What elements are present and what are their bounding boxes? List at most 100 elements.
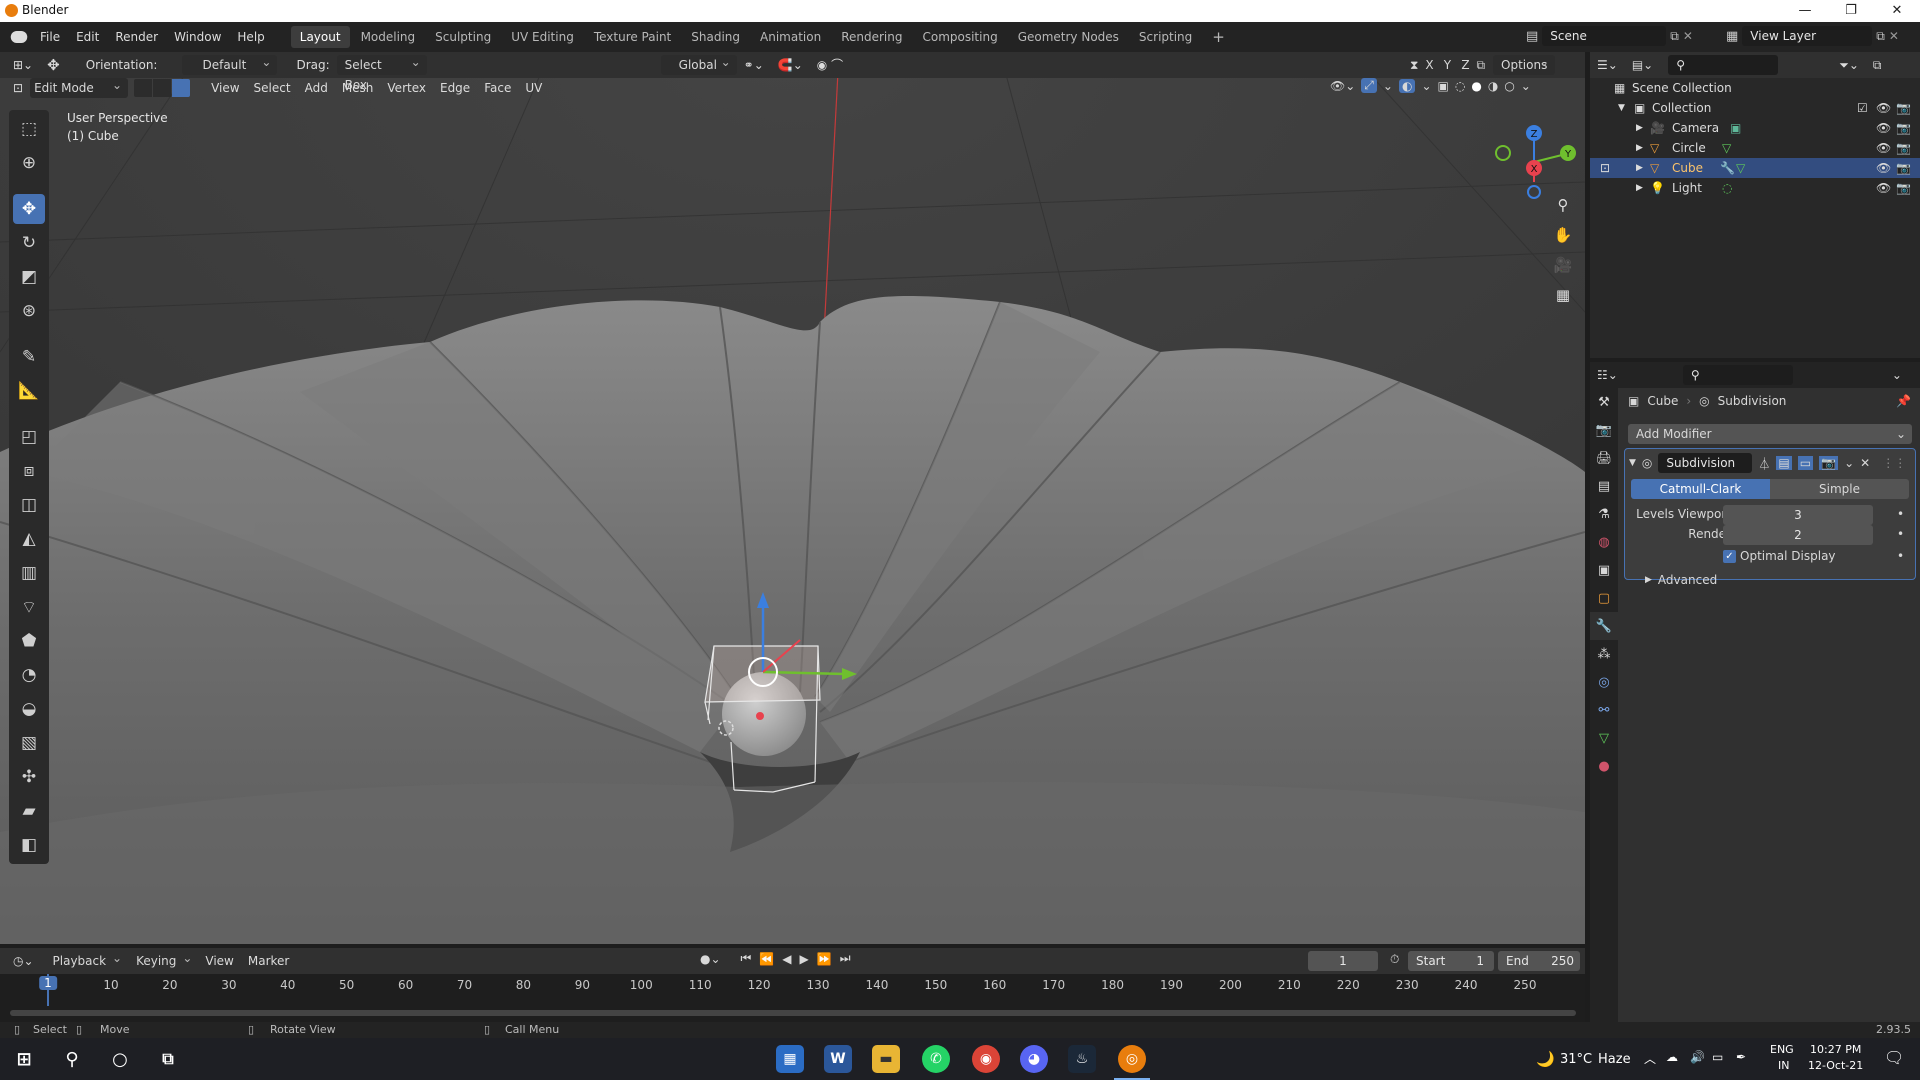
bevel-tool-icon[interactable]: ◭ [13, 524, 45, 554]
marker-menu[interactable]: Marker [241, 951, 296, 971]
modifier-wrench-icon[interactable]: 🔧 [1720, 158, 1735, 178]
render-camera-icon[interactable]: 📷 [1896, 158, 1911, 178]
task-view-icon[interactable]: ⧉ [154, 1045, 182, 1073]
menu-uv[interactable]: UV [518, 78, 549, 98]
outliner-item-cube[interactable]: ⊡ ▶ ▽ Cube 🔧 ▽ 👁 📷 [1590, 158, 1920, 178]
outliner-collection[interactable]: ▼ ▣ Collection ☑ 👁 📷 [1590, 98, 1920, 118]
smooth-tool-icon[interactable]: ◒ [13, 694, 45, 724]
render-levels-field[interactable]: 2 [1723, 525, 1873, 545]
menu-help[interactable]: Help [229, 22, 272, 52]
render-camera-icon[interactable]: 📷 [1896, 178, 1911, 198]
add-workspace-icon[interactable]: + [1203, 26, 1234, 48]
notification-icon[interactable]: 🗨 [1884, 1048, 1904, 1067]
close-window-button[interactable]: ✕ [1874, 0, 1920, 22]
menu-edit[interactable]: Edit [68, 22, 107, 52]
mirror-icon[interactable]: ⧗ [1410, 58, 1418, 73]
tab-modeling[interactable]: Modeling [352, 26, 425, 48]
mesh-data-icon[interactable]: ▽ [1722, 138, 1731, 158]
pin-icon[interactable]: 📌 [1896, 394, 1911, 408]
rendered-shading-icon[interactable]: ○ [1504, 79, 1514, 93]
add-modifier-button[interactable]: Add Modifier ⌄ [1628, 424, 1912, 444]
add-cube-tool-icon[interactable]: ◰ [13, 422, 45, 452]
optimal-display-checkbox[interactable]: ✓ [1723, 549, 1736, 563]
editor-type-icon[interactable]: ⊞⌄ [6, 55, 40, 75]
simple-button[interactable]: Simple [1770, 479, 1909, 499]
tab-sculpting[interactable]: Sculpting [426, 26, 500, 48]
timeline-view-menu[interactable]: View [198, 951, 240, 971]
edit-mode-icon[interactable]: ⊡ [1600, 158, 1610, 178]
clock-time[interactable]: 10:27 PM [1810, 1043, 1861, 1056]
modifier-menu-icon[interactable]: ⌄ [1844, 456, 1854, 470]
visibility-eye-icon[interactable]: 👁 [1876, 138, 1891, 158]
microsoft-store-icon[interactable]: ▦ [776, 1045, 804, 1073]
start-frame-field[interactable]: Start 1 [1408, 951, 1494, 971]
weather-text[interactable]: Haze [1598, 1052, 1631, 1067]
shading-options-icon[interactable]: ⌄ [1521, 79, 1531, 93]
light-data-icon[interactable]: ◌ [1722, 178, 1732, 198]
jump-start-icon[interactable]: ⏮ [741, 951, 752, 966]
mirror-y-toggle[interactable]: Y [1440, 58, 1454, 72]
collection-visibility-icon[interactable]: 👁 [1876, 98, 1891, 118]
maximize-button[interactable]: ❐ [1828, 0, 1874, 22]
constraints-tab-icon[interactable]: ⚯ [1590, 696, 1618, 724]
view-layer-icon[interactable]: ▦ [1726, 29, 1738, 44]
cortana-icon[interactable]: ○ [106, 1045, 134, 1073]
filter-icon[interactable]: ⏷⌄ [1832, 55, 1866, 75]
tab-animation[interactable]: Animation [751, 26, 830, 48]
collection-tab-icon[interactable]: ▣ [1590, 556, 1618, 584]
loop-cut-tool-icon[interactable]: ▥ [13, 558, 45, 588]
physics-tab-icon[interactable]: ◎ [1590, 668, 1618, 696]
outliner-editor-icon[interactable]: ☰⌄ [1590, 55, 1625, 75]
remove-modifier-icon[interactable]: ✕ [1860, 456, 1870, 470]
mode-dropdown[interactable]: Edit Mode [30, 75, 129, 98]
jump-keyframe-forward-icon[interactable]: ⏩ [817, 952, 832, 966]
clock-date[interactable]: 12-Oct-21 [1808, 1059, 1863, 1072]
render-tab-icon[interactable]: 📷 [1590, 416, 1618, 444]
onedrive-icon[interactable]: ☁ [1666, 1050, 1678, 1064]
move-tool-icon[interactable]: ✥ [13, 194, 45, 224]
blender-taskbar-icon[interactable]: ◎ [1118, 1045, 1146, 1073]
rotate-tool-icon[interactable]: ↻ [13, 228, 45, 258]
collection-render-icon[interactable]: 📷 [1896, 98, 1911, 118]
view-layer-field[interactable]: View Layer [1742, 26, 1873, 46]
zoom-icon[interactable]: ⚲ [1550, 192, 1576, 218]
stopwatch-icon[interactable]: ⏱ [1390, 952, 1399, 967]
timeline-editor-icon[interactable]: ◷⌄ [6, 951, 41, 971]
new-collection-icon[interactable]: ⧉ [1866, 55, 1889, 75]
menu-window[interactable]: Window [166, 22, 229, 52]
visibility-eye-icon[interactable]: 👁 [1876, 158, 1891, 178]
view-layer-tab-icon[interactable]: ▤ [1590, 472, 1618, 500]
menu-add[interactable]: Add [298, 78, 335, 98]
timeline-ruler[interactable]: 10 20 30 40 50 60 70 80 90 100 110 120 130 140 150 160 1… [0, 974, 1585, 1022]
cursor-tool-icon[interactable]: ⊕ [13, 148, 45, 178]
annotate-tool-icon[interactable]: ✎ [13, 342, 45, 372]
menu-view[interactable]: View [204, 78, 246, 98]
volume-icon[interactable]: 🔊 [1690, 1050, 1705, 1064]
weather-icon[interactable]: 🌙 [1536, 1050, 1555, 1068]
jump-keyframe-back-icon[interactable]: ⏪ [759, 952, 774, 966]
camera-view-icon[interactable]: 🎥 [1550, 252, 1576, 278]
language-bottom[interactable]: IN [1778, 1059, 1789, 1072]
extrude-tool-icon[interactable]: ⧈ [13, 456, 45, 486]
spin-tool-icon[interactable]: ◔ [13, 660, 45, 690]
outliner-item-light[interactable]: ▶ 💡 Light ◌ 👁 📷 [1590, 178, 1920, 198]
face-select-icon[interactable] [172, 79, 191, 97]
language-top[interactable]: ENG [1770, 1043, 1794, 1056]
vertex-select-icon[interactable] [134, 79, 153, 97]
properties-options-icon[interactable]: ⌄ [1885, 365, 1909, 385]
tray-chevron-icon[interactable]: ︿ [1644, 1050, 1656, 1067]
menu-select[interactable]: Select [247, 78, 298, 98]
keyframe-dot-icon[interactable]: • [1897, 549, 1904, 563]
drag-dropdown[interactable]: Select Box [336, 52, 427, 92]
tab-rendering[interactable]: Rendering [832, 26, 911, 48]
keyframe-dot-icon[interactable]: • [1897, 527, 1904, 541]
tool-tab-icon[interactable]: ⚒ [1590, 388, 1618, 416]
collection-exclude-checkbox[interactable]: ☑ [1857, 98, 1868, 118]
overlay-toggle-icon[interactable]: ◐ [1398, 78, 1416, 93]
levels-viewport-field[interactable]: 3 [1723, 505, 1873, 525]
wireframe-shading-icon[interactable]: ◌ [1455, 79, 1465, 93]
inset-tool-icon[interactable]: ◫ [13, 490, 45, 520]
menu-face[interactable]: Face [477, 78, 518, 98]
render-camera-icon[interactable]: 📷 [1896, 118, 1911, 138]
mirror-z-toggle[interactable]: Z [1458, 58, 1472, 72]
